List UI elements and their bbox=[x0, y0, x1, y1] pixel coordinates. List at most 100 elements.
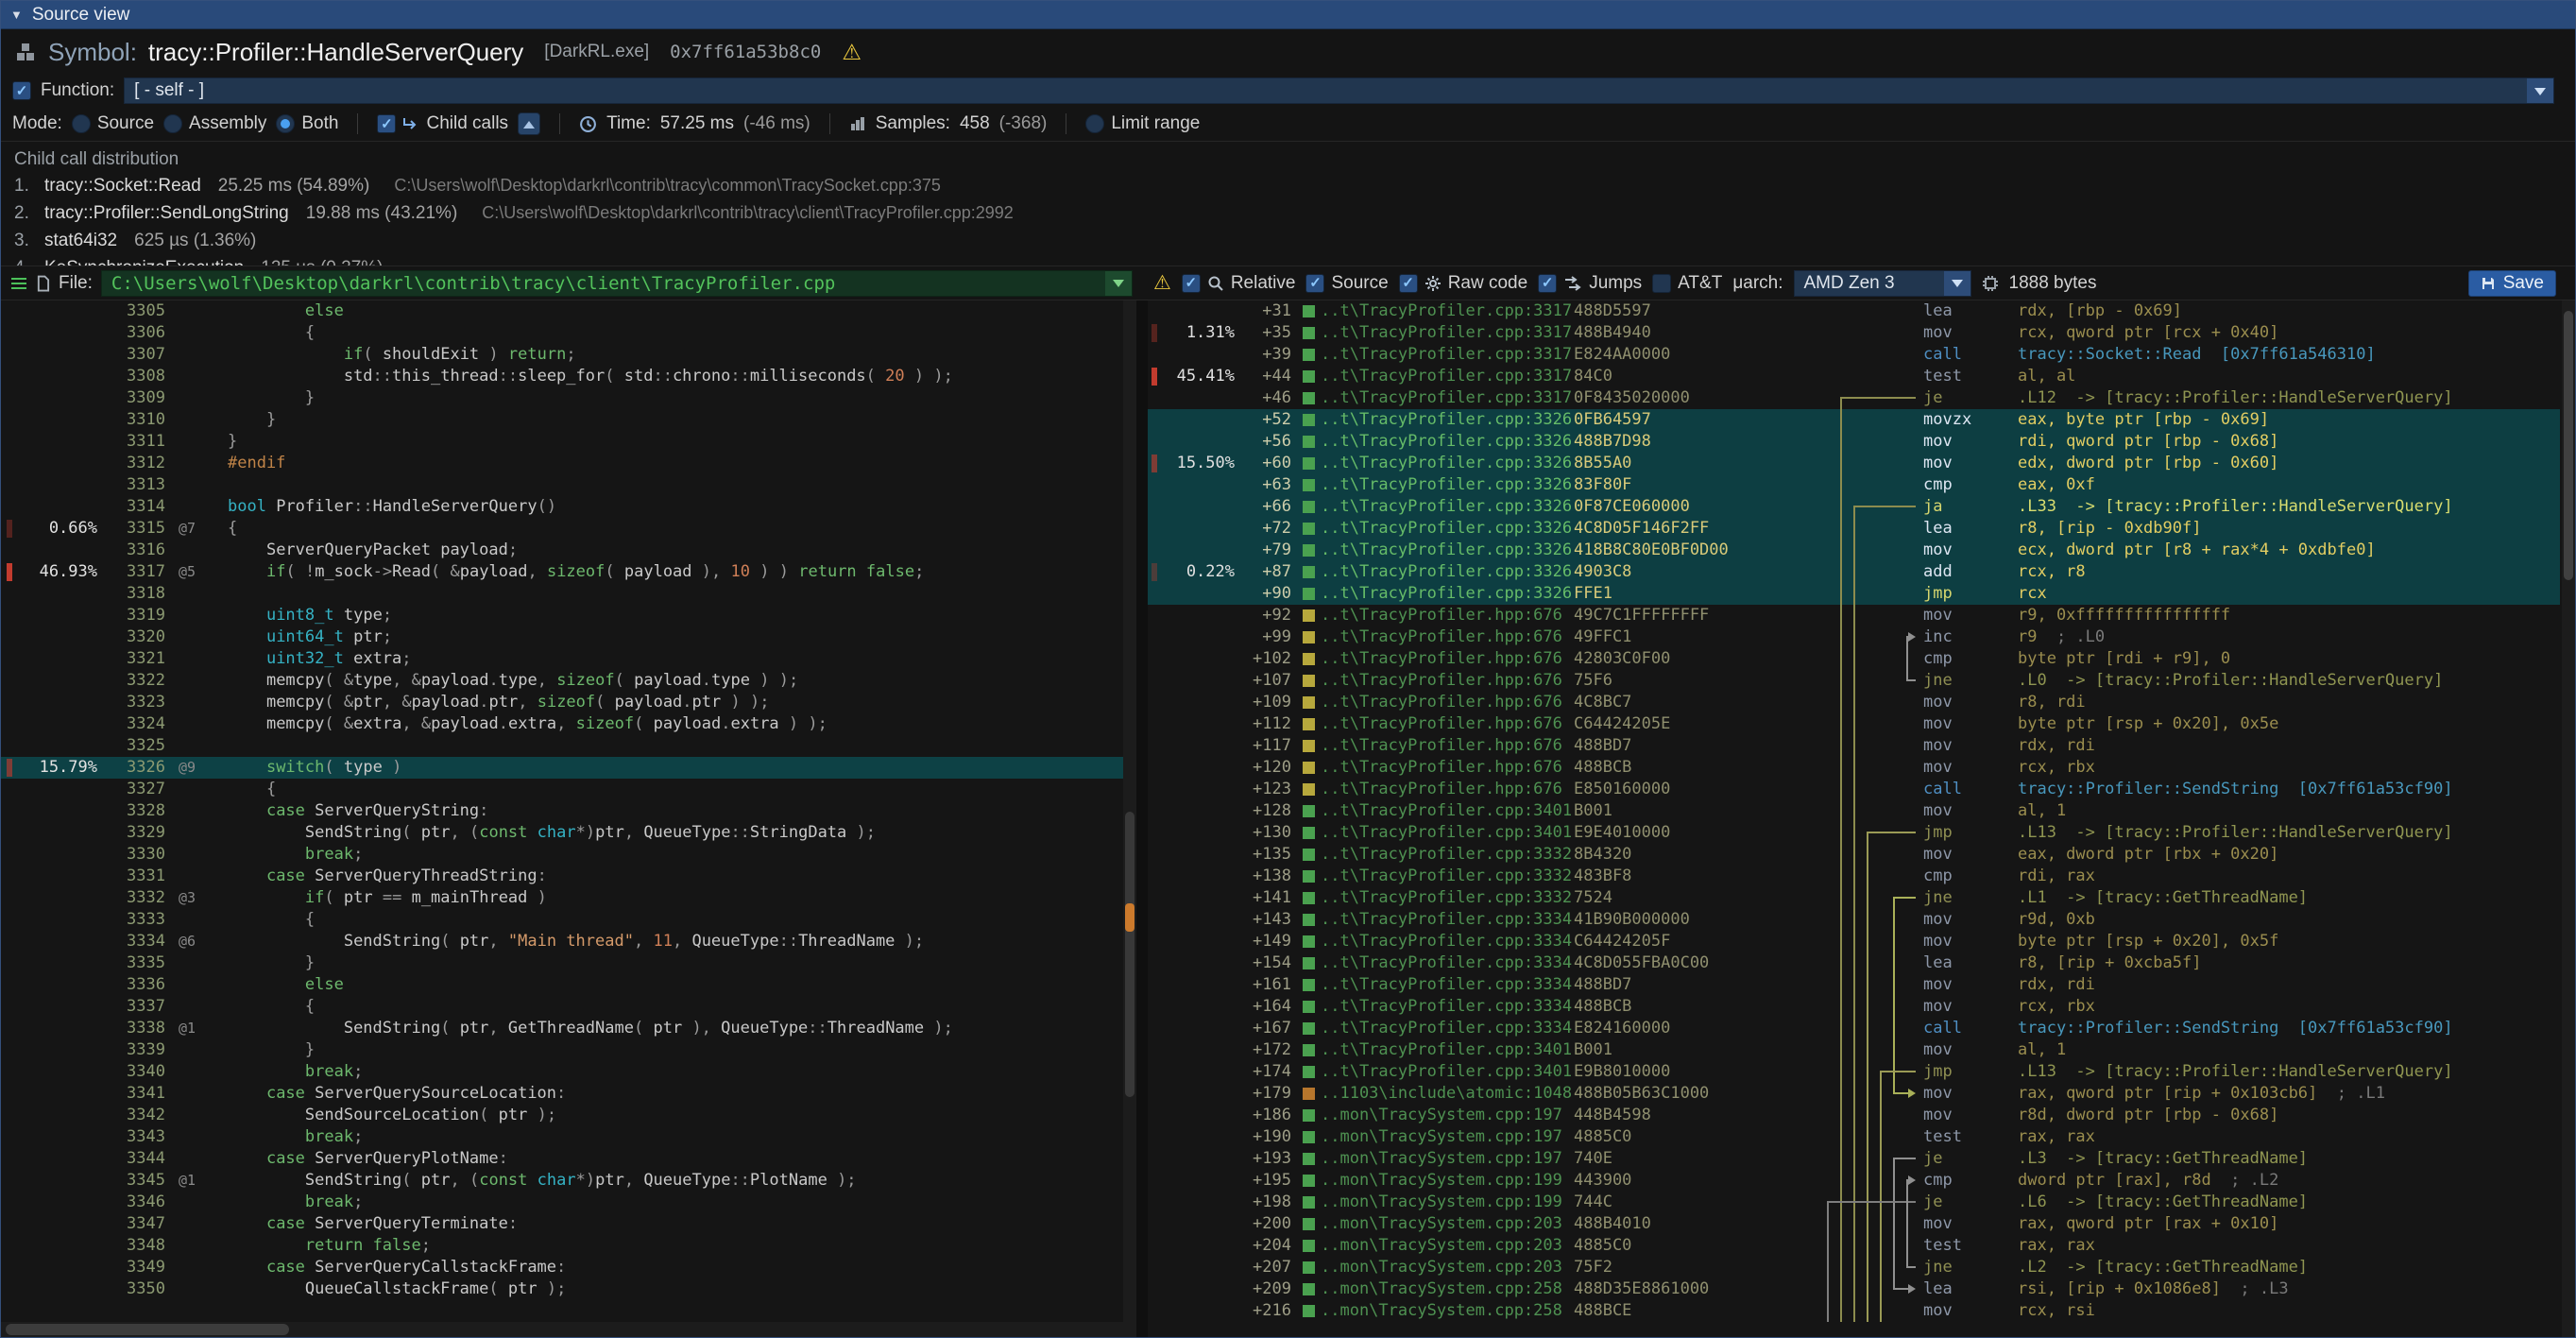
asm-source-location[interactable]: ..t\TracyProfiler.cpp:3326 bbox=[1321, 453, 1574, 474]
asm-row-+107[interactable]: +107..t\TracyProfiler.hpp:67675F6jne.L0 … bbox=[1148, 670, 2560, 692]
source-line-3340[interactable]: 3340 break; bbox=[1, 1061, 1123, 1083]
asm-source-location[interactable]: ..t\TracyProfiler.hpp:676 bbox=[1321, 670, 1574, 692]
asm-source-location[interactable]: ..mon\TracySystem.cpp:258 bbox=[1321, 1278, 1574, 1300]
asm-source-location[interactable]: ..mon\TracySystem.cpp:199 bbox=[1321, 1170, 1574, 1192]
asm-row-+31[interactable]: +31..t\TracyProfiler.cpp:3317488D5597lea… bbox=[1148, 300, 2560, 322]
asm-source-location[interactable]: ..t\TracyProfiler.cpp:3317 bbox=[1321, 300, 1574, 322]
asm-row-+179[interactable]: +179..1103\include\atomic:1048488B05B63C… bbox=[1148, 1083, 2560, 1105]
limit-range-checkbox[interactable]: Limit range bbox=[1085, 113, 1200, 134]
source-line-3306[interactable]: 3306 { bbox=[1, 322, 1123, 344]
function-checkbox[interactable]: ✓ bbox=[12, 81, 31, 100]
asm-row-+123[interactable]: +123..t\TracyProfiler.hpp:676E850160000c… bbox=[1148, 779, 2560, 800]
asm-source-location[interactable]: ..t\TracyProfiler.hpp:676 bbox=[1321, 605, 1574, 626]
asm-source-location[interactable]: ..mon\TracySystem.cpp:203 bbox=[1321, 1257, 1574, 1278]
child-calls-checkbox[interactable]: ✓ Child calls bbox=[377, 113, 508, 134]
asm-source-location[interactable]: ..t\TracyProfiler.cpp:3326 bbox=[1321, 518, 1574, 540]
jumps-checkbox[interactable]: ✓ Jumps bbox=[1538, 273, 1642, 294]
source-line-3338[interactable]: 3338@1 SendString( ptr, GetThreadName( p… bbox=[1, 1018, 1123, 1039]
asm-row-+52[interactable]: +52..t\TracyProfiler.cpp:33260FB64597mov… bbox=[1148, 409, 2560, 431]
child-call-item[interactable]: 1.tracy::Socket::Read25.25 ms (54.89%)C:… bbox=[14, 172, 2575, 199]
source-line-3344[interactable]: 3344 case ServerQueryPlotName: bbox=[1, 1148, 1123, 1170]
asm-source-location[interactable]: ..t\TracyProfiler.cpp:3326 bbox=[1321, 583, 1574, 605]
source-line-3322[interactable]: 3322 memcpy( &type, &payload.type, sizeo… bbox=[1, 670, 1123, 692]
source-line-3323[interactable]: 3323 memcpy( &ptr, &payload.ptr, sizeof(… bbox=[1, 692, 1123, 713]
asm-row-+135[interactable]: +135..t\TracyProfiler.cpp:33328B4320move… bbox=[1148, 844, 2560, 866]
asm-row-+143[interactable]: +143..t\TracyProfiler.cpp:333441B90B0000… bbox=[1148, 909, 2560, 931]
source-line-3320[interactable]: 3320 uint64_t ptr; bbox=[1, 626, 1123, 648]
source-line-3328[interactable]: 3328 case ServerQueryString: bbox=[1, 800, 1123, 822]
asm-source-location[interactable]: ..t\TracyProfiler.cpp:3334 bbox=[1321, 909, 1574, 931]
asm-row-+167[interactable]: +167..t\TracyProfiler.cpp:3334E824160000… bbox=[1148, 1018, 2560, 1039]
source-line-3315[interactable]: 0.66%3315@7{ bbox=[1, 518, 1123, 540]
source-horizontal-scrollbar[interactable] bbox=[1, 1322, 1123, 1337]
save-button[interactable]: Save bbox=[2468, 270, 2556, 297]
asm-source-location[interactable]: ..t\TracyProfiler.cpp:3334 bbox=[1321, 952, 1574, 974]
source-line-3318[interactable]: 3318 bbox=[1, 583, 1123, 605]
asm-source-location[interactable]: ..t\TracyProfiler.cpp:3326 bbox=[1321, 431, 1574, 453]
function-combo[interactable]: [ - self - ] bbox=[124, 77, 2554, 104]
asm-source-location[interactable]: ..t\TracyProfiler.cpp:3317 bbox=[1321, 344, 1574, 366]
child-call-item[interactable]: 4.KeSynchronizeExecution125 µs (0.27%) bbox=[14, 254, 2575, 266]
att-checkbox[interactable]: AT&T bbox=[1652, 273, 1722, 294]
asm-row-+200[interactable]: +200..mon\TracySystem.cpp:203488B4010mov… bbox=[1148, 1213, 2560, 1235]
asm-row-+90[interactable]: +90..t\TracyProfiler.cpp:3326FFE1jmprcx bbox=[1148, 583, 2560, 605]
mode-radio-assembly[interactable]: Assembly bbox=[163, 113, 266, 134]
asm-row-+56[interactable]: +56..t\TracyProfiler.cpp:3326488B7D98mov… bbox=[1148, 431, 2560, 453]
asm-source-location[interactable]: ..mon\TracySystem.cpp:197 bbox=[1321, 1148, 1574, 1170]
asm-row-+138[interactable]: +138..t\TracyProfiler.cpp:3332483BF8cmpr… bbox=[1148, 866, 2560, 887]
source-line-3342[interactable]: 3342 SendSourceLocation( ptr ); bbox=[1, 1105, 1123, 1126]
source-line-3314[interactable]: 3314bool Profiler::HandleServerQuery() bbox=[1, 496, 1123, 518]
asm-row-+99[interactable]: +99..t\TracyProfiler.hpp:67649FFC1incr9 … bbox=[1148, 626, 2560, 648]
asm-source-location[interactable]: ..t\TracyProfiler.cpp:3326 bbox=[1321, 409, 1574, 431]
source-line-3347[interactable]: 3347 case ServerQueryTerminate: bbox=[1, 1213, 1123, 1235]
asm-row-+195[interactable]: +195..mon\TracySystem.cpp:199443900cmpdw… bbox=[1148, 1170, 2560, 1192]
symbol-warning-icon[interactable]: ⚠ bbox=[842, 40, 862, 65]
source-checkbox[interactable]: ✓ Source bbox=[1305, 273, 1388, 294]
asm-source-location[interactable]: ..mon\TracySystem.cpp:258 bbox=[1321, 1300, 1574, 1322]
asm-row-+190[interactable]: +190..mon\TracySystem.cpp:1974885C0testr… bbox=[1148, 1126, 2560, 1148]
asm-source-location[interactable]: ..t\TracyProfiler.cpp:3334 bbox=[1321, 996, 1574, 1018]
asm-source-location[interactable]: ..t\TracyProfiler.hpp:676 bbox=[1321, 779, 1574, 800]
source-line-3343[interactable]: 3343 break; bbox=[1, 1126, 1123, 1148]
source-line-3327[interactable]: 3327 { bbox=[1, 779, 1123, 800]
asm-source-location[interactable]: ..t\TracyProfiler.cpp:3326 bbox=[1321, 540, 1574, 561]
source-line-3331[interactable]: 3331 case ServerQueryThreadString: bbox=[1, 866, 1123, 887]
source-line-3313[interactable]: 3313 bbox=[1, 474, 1123, 496]
asm-source-location[interactable]: ..t\TracyProfiler.hpp:676 bbox=[1321, 692, 1574, 713]
source-line-3341[interactable]: 3341 case ServerQuerySourceLocation: bbox=[1, 1083, 1123, 1105]
asm-source-location[interactable]: ..mon\TracySystem.cpp:203 bbox=[1321, 1235, 1574, 1257]
asm-row-+130[interactable]: +130..t\TracyProfiler.cpp:3401E9E4010000… bbox=[1148, 822, 2560, 844]
up-arrow-button[interactable] bbox=[518, 112, 540, 135]
source-line-3333[interactable]: 3333 { bbox=[1, 909, 1123, 931]
asm-source-location[interactable]: ..t\TracyProfiler.cpp:3317 bbox=[1321, 322, 1574, 344]
asm-warning-icon[interactable]: ⚠ bbox=[1153, 271, 1171, 295]
source-line-3317[interactable]: 46.93%3317@5 if( !m_sock->Read( &payload… bbox=[1, 561, 1123, 583]
asm-row-+46[interactable]: +46..t\TracyProfiler.cpp:33170F843502000… bbox=[1148, 387, 2560, 409]
source-line-3319[interactable]: 3319 uint8_t type; bbox=[1, 605, 1123, 626]
asm-row-+207[interactable]: +207..mon\TracySystem.cpp:20375F2jne.L2 … bbox=[1148, 1257, 2560, 1278]
asm-row-+141[interactable]: +141..t\TracyProfiler.cpp:33327524jne.L1… bbox=[1148, 887, 2560, 909]
asm-row-+39[interactable]: +39..t\TracyProfiler.cpp:3317E824AA0000c… bbox=[1148, 344, 2560, 366]
source-line-3309[interactable]: 3309 } bbox=[1, 387, 1123, 409]
asm-row-+44[interactable]: 45.41%+44..t\TracyProfiler.cpp:331784C0t… bbox=[1148, 366, 2560, 387]
asm-source-location[interactable]: ..t\TracyProfiler.hpp:676 bbox=[1321, 757, 1574, 779]
source-line-3329[interactable]: 3329 SendString( ptr, (const char*)ptr, … bbox=[1, 822, 1123, 844]
asm-source-location[interactable]: ..t\TracyProfiler.cpp:3401 bbox=[1321, 1039, 1574, 1061]
asm-row-+154[interactable]: +154..t\TracyProfiler.cpp:33344C8D055FBA… bbox=[1148, 952, 2560, 974]
asm-row-+164[interactable]: +164..t\TracyProfiler.cpp:3334488BCBmovr… bbox=[1148, 996, 2560, 1018]
asm-row-+216[interactable]: +216..mon\TracySystem.cpp:258488BCEmovrc… bbox=[1148, 1300, 2560, 1322]
child-call-header[interactable]: Child call distribution bbox=[14, 146, 2575, 172]
asm-row-+172[interactable]: +172..t\TracyProfiler.cpp:3401B001moval,… bbox=[1148, 1039, 2560, 1061]
source-line-3337[interactable]: 3337 { bbox=[1, 996, 1123, 1018]
source-line-3325[interactable]: 3325 bbox=[1, 735, 1123, 757]
relative-checkbox[interactable]: ✓ Relative bbox=[1182, 273, 1296, 294]
asm-source-location[interactable]: ..t\TracyProfiler.cpp:3332 bbox=[1321, 844, 1574, 866]
combo-arrow-button[interactable] bbox=[2527, 78, 2553, 103]
asm-source-location[interactable]: ..t\TracyProfiler.cpp:3334 bbox=[1321, 974, 1574, 996]
asm-source-location[interactable]: ..t\TracyProfiler.cpp:3332 bbox=[1321, 866, 1574, 887]
file-combo[interactable]: C:\Users\wolf\Desktop\darkrl\contrib\tra… bbox=[101, 270, 1133, 297]
asm-source-location[interactable]: ..t\TracyProfiler.cpp:3401 bbox=[1321, 1061, 1574, 1083]
asm-row-+209[interactable]: +209..mon\TracySystem.cpp:258488D35E8861… bbox=[1148, 1278, 2560, 1300]
source-line-3310[interactable]: 3310 } bbox=[1, 409, 1123, 431]
asm-vertical-scrollbar[interactable] bbox=[2562, 300, 2575, 1337]
